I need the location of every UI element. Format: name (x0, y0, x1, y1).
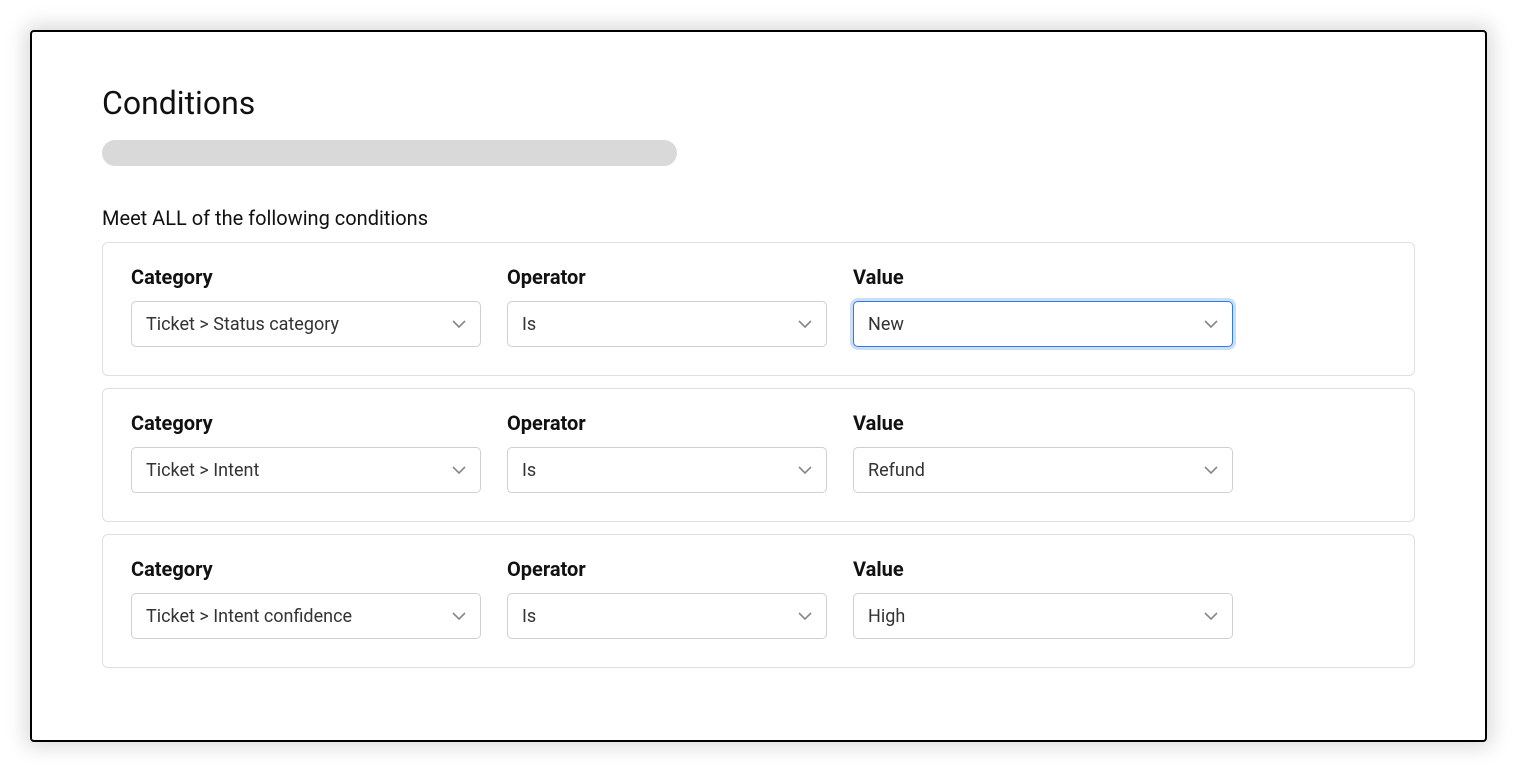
category-label: Category (131, 265, 481, 289)
category-field-group: Category Ticket > Intent confidence (131, 557, 481, 639)
operator-field-group: Operator Is (507, 265, 827, 347)
operator-select[interactable]: Is (507, 447, 827, 493)
category-select[interactable]: Ticket > Status category (131, 301, 481, 347)
operator-label: Operator (507, 265, 827, 289)
category-field-group: Category Ticket > Status category (131, 265, 481, 347)
chevron-down-icon (452, 463, 466, 477)
value-select[interactable]: High (853, 593, 1233, 639)
value-select[interactable]: Refund (853, 447, 1233, 493)
category-select[interactable]: Ticket > Intent confidence (131, 593, 481, 639)
chevron-down-icon (452, 609, 466, 623)
chevron-down-icon (798, 463, 812, 477)
chevron-down-icon (798, 609, 812, 623)
value-field-group: Value High (853, 557, 1233, 639)
operator-select-value: Is (522, 460, 536, 481)
category-label: Category (131, 557, 481, 581)
value-select-value: Refund (868, 460, 925, 481)
chevron-down-icon (1204, 317, 1218, 331)
value-label: Value (853, 411, 1233, 435)
chevron-down-icon (798, 317, 812, 331)
value-field-group: Value New (853, 265, 1233, 347)
operator-select[interactable]: Is (507, 301, 827, 347)
chevron-down-icon (452, 317, 466, 331)
conditions-panel: Conditions Meet ALL of the following con… (30, 30, 1487, 742)
operator-label: Operator (507, 557, 827, 581)
operator-select-value: Is (522, 606, 536, 627)
category-field-group: Category Ticket > Intent (131, 411, 481, 493)
operator-label: Operator (507, 411, 827, 435)
chevron-down-icon (1204, 609, 1218, 623)
category-label: Category (131, 411, 481, 435)
operator-select-value: Is (522, 314, 536, 335)
value-select-value: New (868, 314, 904, 335)
operator-select[interactable]: Is (507, 593, 827, 639)
operator-field-group: Operator Is (507, 411, 827, 493)
conditions-subtitle: Meet ALL of the following conditions (102, 206, 1415, 230)
operator-field-group: Operator Is (507, 557, 827, 639)
value-label: Value (853, 557, 1233, 581)
chevron-down-icon (1204, 463, 1218, 477)
value-field-group: Value Refund (853, 411, 1233, 493)
condition-row: Category Ticket > Intent confidence Operat… (102, 534, 1415, 668)
category-select-value: Ticket > Intent confidence (146, 606, 352, 627)
category-select-value: Ticket > Intent (146, 460, 259, 481)
value-select-value: High (868, 606, 905, 627)
placeholder-bar (102, 140, 677, 166)
category-select-value: Ticket > Status category (146, 314, 339, 335)
condition-row: Category Ticket > Intent Operator Is Value Re… (102, 388, 1415, 522)
condition-row: Category Ticket > Status category Operator… (102, 242, 1415, 376)
value-label: Value (853, 265, 1233, 289)
category-select[interactable]: Ticket > Intent (131, 447, 481, 493)
value-select[interactable]: New (853, 301, 1233, 347)
page-title: Conditions (102, 84, 1415, 122)
